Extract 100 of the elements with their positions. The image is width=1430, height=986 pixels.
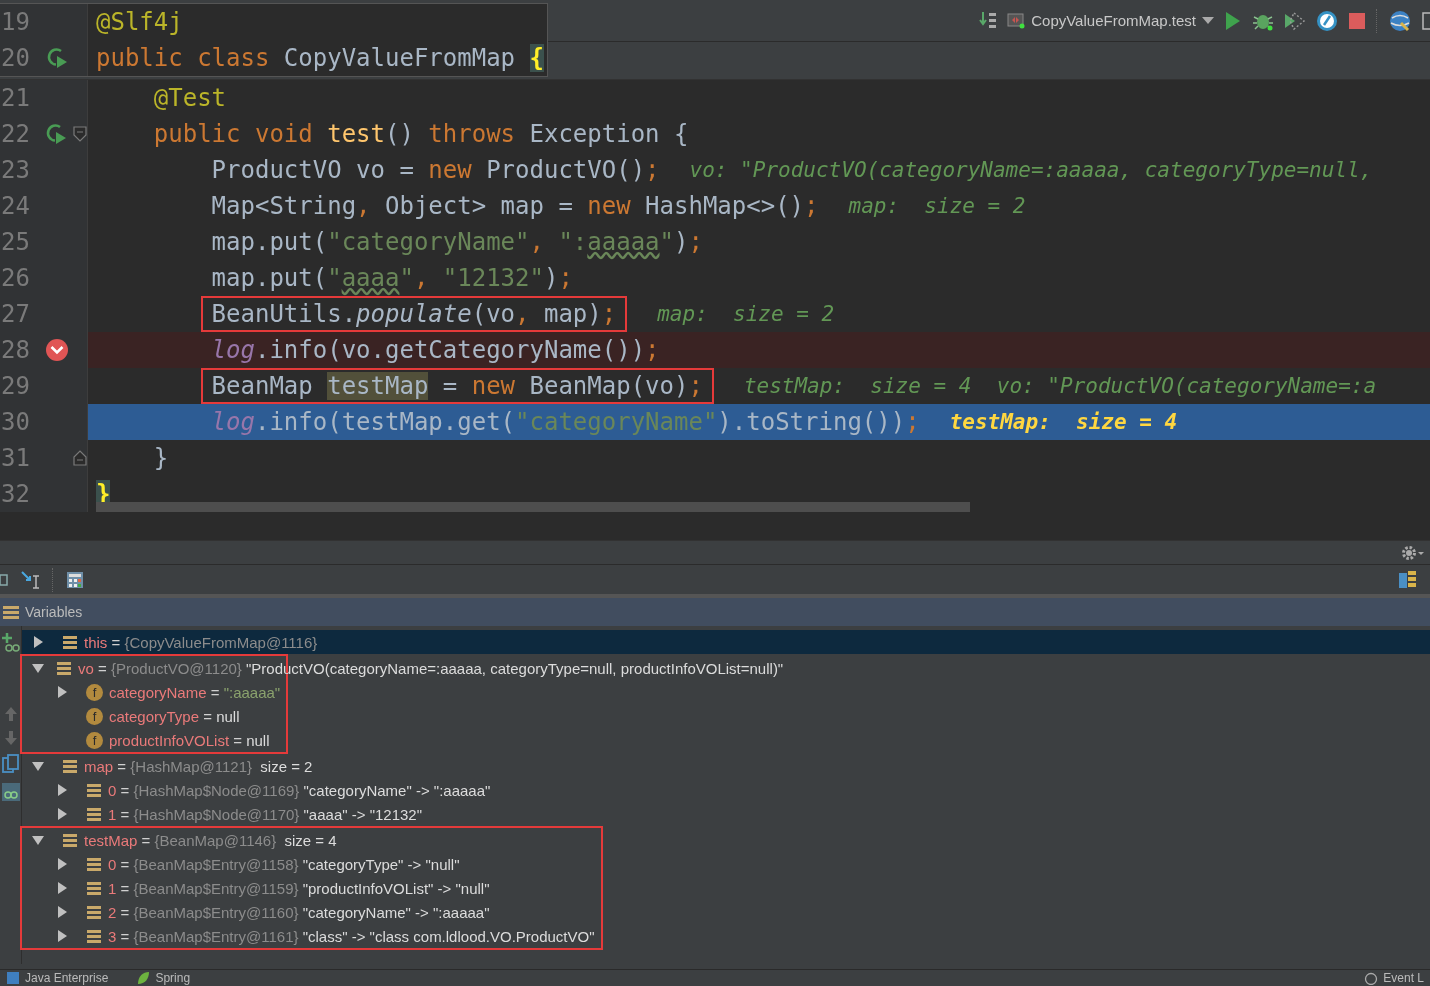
collapsed-arrow-icon[interactable] <box>56 930 68 942</box>
variable-text[interactable]: testMap = {BeanMap@1146} size = 4 <box>84 831 337 849</box>
fold-icon[interactable] <box>73 450 87 466</box>
stop-button[interactable] <box>1348 11 1366 30</box>
tree-row[interactable]: f productInfoVOList = null <box>22 728 281 752</box>
line-number: 26 <box>0 264 31 292</box>
settings-icon[interactable] <box>1400 543 1424 562</box>
caret-icon <box>1202 16 1214 25</box>
code-text: log.info(testMap.get("categoryName").toString()); <box>211 407 920 438</box>
tree-row[interactable]: 1 = {HashMap$Node@1170} "aaaa" -> "12132" <box>22 802 1430 826</box>
code-text: Map<String, Object> map = new HashMap<>(); <box>211 191 819 222</box>
code-text: BeanUtils.populate(vo, map); <box>200 296 628 332</box>
breakpoint-icon[interactable] <box>44 338 69 362</box>
tree-row[interactable]: f categoryName = ":aaaaa" <box>22 680 281 704</box>
object-icon <box>86 782 102 798</box>
tool-window-tab[interactable]: Event L <box>1364 971 1424 985</box>
tool-window-tab[interactable]: Java Enterprise <box>6 971 109 985</box>
tool-window-tab[interactable]: Spring <box>136 971 191 985</box>
download-binary-icon[interactable] <box>979 10 998 31</box>
code-text: public class CopyValueFromMap { <box>96 43 544 74</box>
tree-row[interactable]: 0 = {HashMap$Node@1169} "categoryName" -> ":aaaaa" <box>22 778 1430 802</box>
collapsed-arrow-icon[interactable] <box>56 906 68 918</box>
tree-row[interactable]: 3 = {BeanMap$Entry@1161} "class" -> "class com.ldlood.VO.ProductVO" <box>22 924 595 948</box>
expanded-arrow-icon[interactable] <box>32 834 44 846</box>
tree-row[interactable]: map = {HashMap@1121} size = 2 <box>22 754 1430 778</box>
expanded-arrow-icon[interactable] <box>32 760 44 772</box>
code-text: map.put("aaaa", "12132"); <box>211 263 573 294</box>
variable-text: 0 = {HashMap$Node@1169} "categoryName" -> ":aaaaa" <box>108 781 491 799</box>
tree-row[interactable]: this = {CopyValueFromMap@1116} <box>22 630 1430 654</box>
line-number: 32 <box>0 480 31 508</box>
globe-icon[interactable] <box>1388 8 1412 33</box>
object-icon <box>86 904 102 920</box>
object-icon <box>62 634 78 650</box>
collapsed-arrow-icon[interactable] <box>56 784 68 796</box>
variable-text: 3 = {BeanMap$Entry@1161} "class" -> "class com.ldlood.VO.ProductVO" <box>108 927 595 945</box>
panel-title: Variables <box>25 604 83 620</box>
field-icon: f <box>86 707 103 725</box>
config-icon <box>1007 12 1026 29</box>
inline-value-hint: map: size = 2 <box>657 302 835 326</box>
collapsed-arrow-icon[interactable] <box>56 882 68 894</box>
fold-icon[interactable] <box>73 126 87 142</box>
add-watch-icon[interactable] <box>0 632 21 652</box>
code-text: } <box>153 443 169 474</box>
calculator-icon[interactable] <box>66 570 84 589</box>
collapsed-arrow-icon[interactable] <box>56 858 68 870</box>
line-number: 27 <box>0 300 31 328</box>
run-button[interactable] <box>1224 10 1242 31</box>
line-number: 24 <box>0 192 31 220</box>
object-icon <box>56 660 72 676</box>
frame-icon[interactable] <box>0 571 8 588</box>
inline-value-hint: testMap: size = 4 vo: "ProductVO(categoryName=:a <box>743 374 1377 398</box>
line-number: 30 <box>0 408 31 436</box>
variable-text: 2 = {BeanMap$Entry@1160} "categoryName" -> ":aaaaa" <box>108 903 490 921</box>
code-text: log.info(vo.getCategoryName()); <box>211 335 660 366</box>
layout-icon[interactable] <box>1398 569 1418 590</box>
watches-icon[interactable] <box>0 782 21 802</box>
line-number: 29 <box>0 372 31 400</box>
expanded-arrow-icon[interactable] <box>32 662 44 674</box>
coverage-icon[interactable] <box>1284 10 1306 31</box>
square-icon <box>6 971 20 985</box>
scrollbar-thumb[interactable] <box>96 502 970 512</box>
line-number: 22 <box>0 120 31 148</box>
line-number: 25 <box>0 228 31 256</box>
collapsed-arrow-icon[interactable] <box>56 808 68 820</box>
variable-text: categoryName = ":aaaaa" <box>109 683 281 701</box>
leaf-icon <box>136 971 151 985</box>
variable-text: productInfoVOList = null <box>109 731 270 749</box>
line-number: 21 <box>0 84 31 112</box>
variable-text: 1 = {HashMap$Node@1170} "aaaa" -> "12132" <box>108 805 422 823</box>
object-icon <box>86 928 102 944</box>
inline-value-hint: testMap: size = 4 <box>949 410 1178 434</box>
object-icon <box>86 856 102 872</box>
copy-icon[interactable] <box>1 754 20 774</box>
code-text: public void test() throws Exception { <box>153 119 689 150</box>
inline-value-hint: map: size = 2 <box>848 194 1026 218</box>
line-number: 31 <box>0 444 31 472</box>
code-text: map.put("categoryName", ":aaaaa"); <box>211 227 703 258</box>
variable-text: categoryType = null <box>109 707 240 725</box>
line-number: 23 <box>0 156 31 184</box>
field-icon: f <box>86 731 103 749</box>
variable-text: map = {HashMap@1121} size = 2 <box>84 757 313 775</box>
code-text: @Test <box>153 83 227 114</box>
collapsed-arrow-icon[interactable] <box>32 636 44 648</box>
tree-row[interactable]: 0 = {BeanMap$Entry@1158} "categoryType" -> "null" <box>22 852 595 876</box>
tree-row[interactable]: f categoryType = null <box>22 704 281 728</box>
tree-row[interactable]: 1 = {BeanMap$Entry@1159} "productInfoVOList" -> "null" <box>22 876 595 900</box>
step-cursor-icon[interactable] <box>20 569 40 590</box>
collapsed-arrow-icon[interactable] <box>56 686 68 698</box>
object-icon <box>86 806 102 822</box>
inline-value-hint: vo: "ProductVO(categoryName=:aaaaa, categoryType=null, <box>689 158 1373 182</box>
object-icon <box>62 832 78 848</box>
list-icon <box>3 605 19 619</box>
line-number: 20 <box>0 44 31 72</box>
run-config-dropdown[interactable]: CopyValueFromMap.test <box>1007 8 1214 33</box>
field-icon: f <box>86 683 103 701</box>
tree-row[interactable]: 2 = {BeanMap$Entry@1160} "categoryName" -> ":aaaaa" <box>22 900 595 924</box>
panel-icon[interactable] <box>1422 11 1430 30</box>
variable-text: 1 = {BeanMap$Entry@1159} "productInfoVOList" -> "null" <box>108 879 490 897</box>
code-text: @Slf4j <box>96 7 183 38</box>
code-text: ProductVO vo = new ProductVO(); <box>211 155 660 186</box>
